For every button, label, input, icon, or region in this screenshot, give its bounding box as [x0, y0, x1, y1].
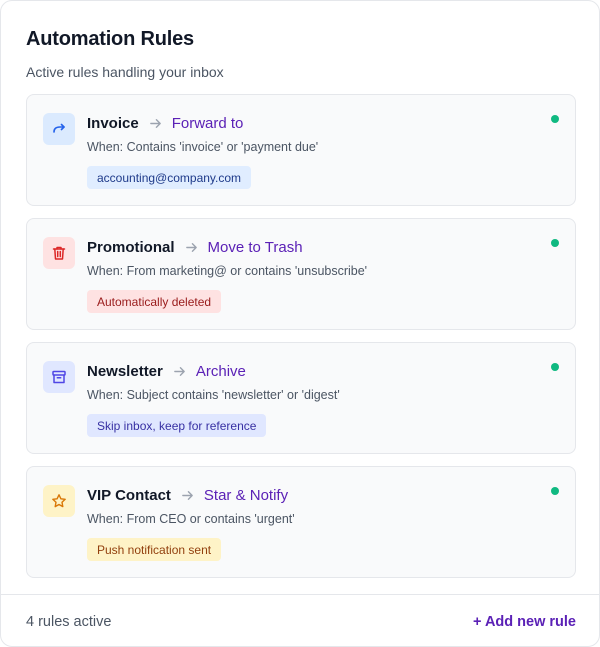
arrow-right-icon [185, 241, 198, 254]
trash-icon [52, 246, 66, 260]
rule-name: Promotional [87, 238, 175, 256]
rule-name: Invoice [87, 114, 139, 132]
rule-condition: When: From CEO or contains 'urgent' [87, 512, 295, 526]
rule-condition: When: From marketing@ or contains 'unsub… [87, 264, 368, 278]
rule-icon-box [43, 485, 75, 517]
automation-rules-panel: Automation Rules Active rules handling y… [0, 0, 600, 647]
rule-action: Move to Trash [207, 238, 303, 256]
rule-card-newsletter[interactable]: Newsletter Archive When: Subject contain… [26, 342, 576, 454]
rule-condition: When: Contains 'invoice' or 'payment due… [87, 140, 319, 154]
rule-card-invoice[interactable]: Invoice Forward to When: Contains 'invoi… [26, 94, 576, 206]
page-title: Automation Rules [26, 28, 194, 50]
page-subtitle: Active rules handling your inbox [26, 64, 224, 80]
rule-action: Forward to [171, 114, 244, 132]
active-status-dot [551, 115, 559, 123]
panel-footer: 4 rules active + Add new rule [1, 594, 599, 646]
forward-arrow-icon [53, 123, 65, 133]
rule-card-promotional[interactable]: Promotional Move to Trash When: From mar… [26, 218, 576, 330]
rule-summary: VIP Contact Star & Notify [87, 485, 288, 505]
active-status-dot [551, 239, 559, 247]
rule-tag: accounting@company.com [87, 166, 252, 189]
rule-tag: Skip inbox, keep for reference [87, 414, 267, 437]
rule-summary: Invoice Forward to [87, 113, 243, 133]
rule-action: Archive [195, 362, 246, 380]
rule-tag: Automatically deleted [87, 290, 222, 313]
rule-name: VIP Contact [87, 486, 171, 504]
panel-header: Automation Rules Active rules handling y… [26, 28, 224, 80]
active-status-dot [551, 363, 559, 371]
rule-icon-box [43, 237, 75, 269]
arrow-right-icon [173, 365, 186, 378]
rule-icon-box [43, 361, 75, 393]
arrow-right-icon [149, 117, 162, 130]
rule-tag: Push notification sent [87, 538, 222, 561]
rule-name: Newsletter [87, 362, 163, 380]
active-status-dot [551, 487, 559, 495]
arrow-right-icon [181, 489, 194, 502]
rule-condition: When: Subject contains 'newsletter' or '… [87, 388, 340, 402]
add-rule-button[interactable]: + Add new rule [473, 614, 576, 630]
rule-card-vip-contact[interactable]: VIP Contact Star & Notify When: From CEO… [26, 466, 576, 578]
archive-box-icon [52, 370, 66, 384]
rules-count: 4 rules active [26, 614, 112, 630]
rule-summary: Promotional Move to Trash [87, 237, 303, 257]
rule-summary: Newsletter Archive [87, 361, 246, 381]
rule-icon-box [43, 113, 75, 145]
rule-action: Star & Notify [203, 486, 289, 504]
star-icon [52, 494, 66, 508]
